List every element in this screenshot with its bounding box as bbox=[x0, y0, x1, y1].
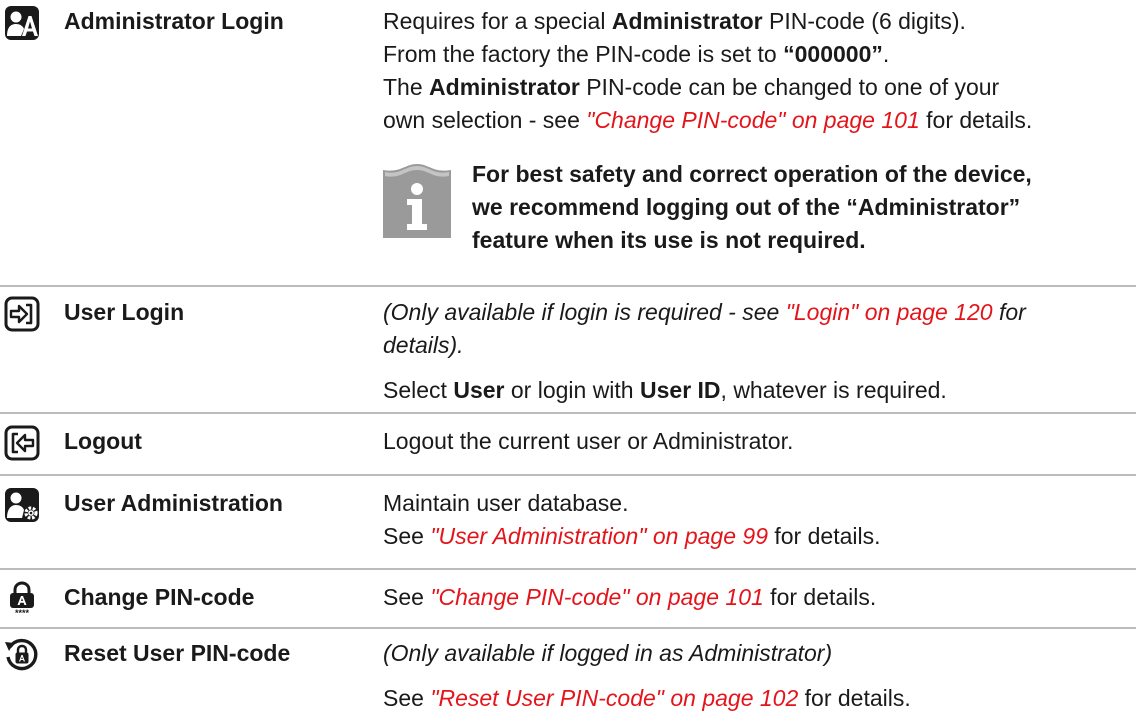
description-line: own selection - see "Change PIN-code" on… bbox=[383, 107, 1033, 133]
logout-icon bbox=[4, 425, 40, 461]
row-label: Change PIN-code bbox=[64, 584, 255, 610]
row-label: User Login bbox=[64, 299, 185, 325]
pin-lock-icon: **** bbox=[4, 581, 40, 617]
row-label: User Administration bbox=[64, 490, 283, 516]
description-line: See "Reset User PIN-code" on page 102 fo… bbox=[383, 685, 911, 711]
note-line: we recommend logging out of the “Adminis… bbox=[472, 194, 1021, 220]
row-description: (Only available if login is required - s… bbox=[383, 296, 1131, 407]
row-description: (Only available if logged in as Administ… bbox=[383, 637, 1131, 715]
note-line: feature when its use is not required. bbox=[472, 227, 866, 253]
login-link[interactable]: "Login" on page 120 bbox=[786, 299, 993, 325]
info-note: For best safety and correct operation of… bbox=[383, 158, 1131, 266]
row-divider bbox=[0, 285, 1136, 287]
description-line: See "User Administration" on page 99 for… bbox=[383, 523, 881, 549]
description-line: The Administrator PIN-code can be change… bbox=[383, 74, 1000, 100]
description-line: Logout the current user or Administrator… bbox=[383, 428, 794, 454]
description-line: See "Change PIN-code" on page 101 for de… bbox=[383, 584, 877, 610]
note-line: For best safety and correct operation of… bbox=[472, 161, 1032, 187]
login-icon bbox=[4, 296, 40, 332]
description-line: Maintain user database. bbox=[383, 490, 629, 516]
row-description: Maintain user database. See "User Admini… bbox=[383, 487, 1131, 553]
row-label: Administrator Login bbox=[64, 8, 284, 34]
note-text: For best safety and correct operation of… bbox=[472, 158, 1032, 257]
row-description: Logout the current user or Administrator… bbox=[383, 425, 1131, 458]
description-line: Requires for a special Administrator PIN… bbox=[383, 8, 966, 34]
user-settings-icon bbox=[4, 487, 40, 523]
reset-user-pin-code-link[interactable]: "Reset User PIN-code" on page 102 bbox=[430, 685, 798, 711]
row-label: Logout bbox=[64, 428, 142, 454]
change-pin-code-link[interactable]: "Change PIN-code" on page 101 bbox=[586, 107, 919, 133]
row-description: Requires for a special Administrator PIN… bbox=[383, 5, 1131, 266]
info-icon bbox=[383, 164, 451, 238]
description-line: From the factory the PIN-code is set to … bbox=[383, 41, 890, 67]
row-label: Reset User PIN-code bbox=[64, 640, 291, 666]
change-pin-code-link[interactable]: "Change PIN-code" on page 101 bbox=[430, 584, 763, 610]
row-divider bbox=[0, 627, 1136, 629]
svg-text:****: **** bbox=[15, 608, 30, 617]
user-administration-link[interactable]: "User Administration" on page 99 bbox=[430, 523, 768, 549]
reset-lock-icon bbox=[4, 637, 40, 673]
description-line: (Only available if login is required - s… bbox=[383, 299, 1026, 325]
description-line: (Only available if logged in as Administ… bbox=[383, 640, 833, 666]
row-divider bbox=[0, 412, 1136, 414]
description-line: Select User or login with User ID, whate… bbox=[383, 377, 947, 403]
row-description: See "Change PIN-code" on page 101 for de… bbox=[383, 581, 1131, 614]
description-line: details). bbox=[383, 332, 464, 358]
administrator-icon bbox=[4, 5, 40, 41]
row-divider bbox=[0, 568, 1136, 570]
row-divider bbox=[0, 474, 1136, 476]
